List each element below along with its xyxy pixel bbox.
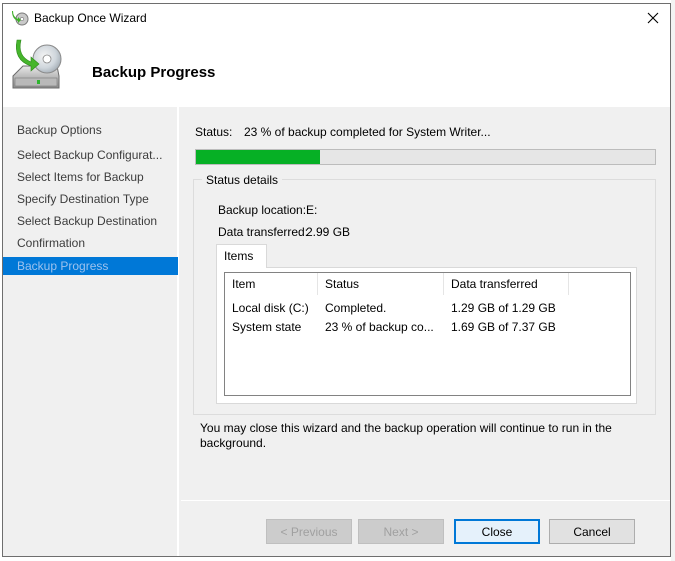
window-title: Backup Once Wizard (34, 11, 147, 25)
status-details-legend: Status details (202, 173, 283, 187)
wizard-content: Status: 23 % of backup completed for Sys… (181, 107, 670, 556)
item-data-transferred: 1.69 GB of 7.37 GB (451, 320, 556, 334)
title-bar: Backup Once Wizard (3, 4, 670, 32)
column-header-status[interactable]: Status (318, 273, 444, 295)
close-button[interactable]: Close (454, 519, 540, 544)
step-backup-progress: Backup Progress (3, 257, 178, 275)
step-select-backup-destination: Select Backup Destination (17, 214, 158, 228)
backup-location-value: E: (306, 203, 318, 217)
items-tab-page: Item Status Data transferred Local disk … (216, 267, 637, 404)
backup-progress-bar (195, 149, 656, 165)
backup-location-label: Backup location: (218, 203, 307, 217)
list-item[interactable]: System state 23 % of backup co... 1.69 G… (225, 318, 630, 337)
status-details-group: Status details Backup location: E: Data … (193, 173, 656, 415)
wizard-header: Backup Progress (3, 32, 670, 107)
item-status: Completed. (325, 301, 387, 315)
step-backup-options: Backup Options (17, 123, 102, 137)
status-text: 23 % of backup completed for System Writ… (244, 125, 491, 139)
step-confirmation: Confirmation (17, 236, 86, 250)
page-title: Backup Progress (92, 64, 216, 81)
previous-button[interactable]: < Previous (266, 519, 352, 544)
backup-disk-icon (9, 38, 63, 94)
close-icon (647, 12, 659, 24)
progress-fill (196, 150, 320, 164)
step-select-items: Select Items for Backup (17, 170, 144, 184)
item-name: System state (232, 320, 302, 334)
footer-separator (181, 500, 670, 501)
step-specify-destination-type: Specify Destination Type (17, 192, 149, 206)
background-app-edge (671, 0, 675, 561)
item-status: 23 % of backup co... (325, 320, 434, 334)
background-run-info: You may close this wizard and the backup… (200, 421, 612, 450)
items-list[interactable]: Item Status Data transferred Local disk … (224, 272, 631, 396)
data-transferred-value: 2.99 GB (306, 225, 351, 239)
status-label: Status: (195, 125, 233, 139)
data-transferred-label: Data transferred: (218, 225, 309, 239)
step-select-backup-configuration: Select Backup Configurat... (17, 148, 163, 162)
backup-wizard-icon (10, 9, 30, 27)
wizard-steps-sidebar: Backup Options Select Backup Configurat.… (3, 107, 179, 556)
list-item[interactable]: Local disk (C:) Completed. 1.29 GB of 1.… (225, 299, 630, 318)
list-header: Item Status Data transferred (225, 273, 630, 295)
tab-items[interactable]: Items (216, 244, 267, 268)
item-data-transferred: 1.29 GB of 1.29 GB (451, 301, 556, 315)
close-window-button[interactable] (636, 4, 670, 32)
column-header-item[interactable]: Item (225, 273, 318, 295)
next-button[interactable]: Next > (358, 519, 444, 544)
wizard-window: Backup Once Wizard Backup Progress Backu… (2, 3, 671, 557)
column-header-data-transferred[interactable]: Data transferred (444, 273, 569, 295)
item-name: Local disk (C:) (232, 301, 309, 315)
cancel-button[interactable]: Cancel (549, 519, 635, 544)
